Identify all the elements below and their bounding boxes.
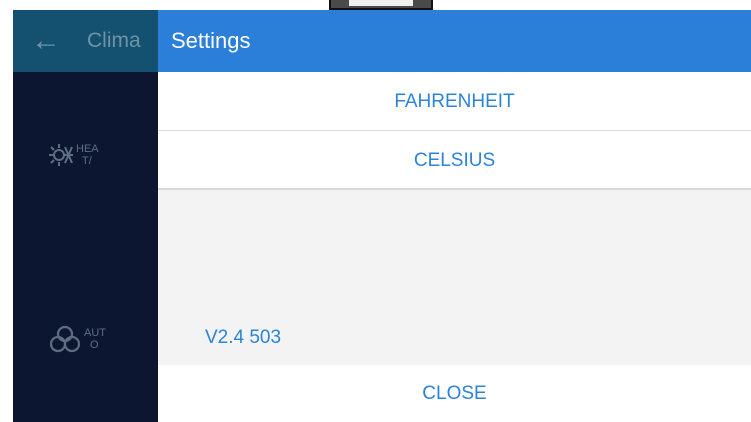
heat-mode-label-line2: T/ bbox=[82, 155, 92, 167]
celsius-option[interactable]: CELSIUS bbox=[158, 132, 751, 190]
settings-dialog: Settings FAHRENHEIT CELSIUS V2.4 503 CLO… bbox=[158, 10, 751, 422]
fan-auto-label-line2: O bbox=[90, 339, 99, 351]
arrow-left-icon[interactable]: ← bbox=[31, 26, 61, 56]
top-tab-inner bbox=[349, 0, 413, 6]
close-button[interactable]: CLOSE bbox=[158, 365, 751, 422]
fan-auto-label: AUT O bbox=[84, 327, 106, 351]
dialog-title: Settings bbox=[171, 28, 251, 53]
heat-mode-label-line1: HEA bbox=[76, 143, 99, 155]
background-app-header: ← Clima bbox=[13, 10, 158, 72]
fan-auto-row: AUT O bbox=[48, 325, 106, 353]
background-app: ← Clima HEA T/ AUT O bbox=[13, 10, 158, 422]
fan-auto-label-line1: AUT bbox=[84, 327, 106, 339]
divider bbox=[158, 130, 751, 131]
background-app-title: Clima bbox=[87, 29, 141, 52]
version-text: V2.4 503 bbox=[205, 327, 282, 348]
heat-mode-row: HEA T/ bbox=[48, 141, 99, 169]
dialog-header: Settings bbox=[158, 10, 751, 72]
top-tab-handle bbox=[329, 0, 433, 10]
fahrenheit-option[interactable]: FAHRENHEIT bbox=[158, 73, 751, 131]
heat-mode-label: HEA T/ bbox=[76, 143, 99, 167]
version-area: V2.4 503 bbox=[158, 190, 751, 365]
sun-snowflake-icon bbox=[49, 144, 73, 166]
fan-icon bbox=[49, 325, 81, 353]
